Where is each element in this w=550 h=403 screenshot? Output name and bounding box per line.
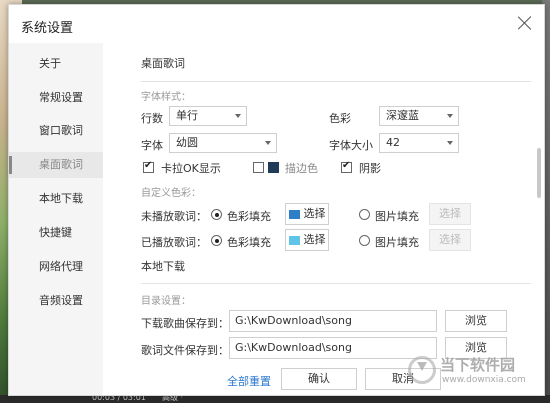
chevron-down-icon bbox=[447, 141, 453, 145]
unplayed-lyrics-label: 未播放歌词： bbox=[141, 210, 207, 223]
sidebar-item-proxy[interactable]: 网络代理 bbox=[9, 254, 103, 280]
sidebar-item-about[interactable]: 关于 bbox=[9, 51, 103, 77]
sidebar-item-local-download[interactable]: 本地下载 bbox=[9, 186, 103, 212]
color-select[interactable]: 深邃蓝 bbox=[379, 106, 459, 126]
button-label: 选择 bbox=[303, 233, 326, 246]
sidebar-item-window-lyrics[interactable]: 窗口歌词 bbox=[9, 118, 103, 144]
dir-settings-title: 目录设置： bbox=[141, 296, 191, 307]
active-indicator bbox=[9, 156, 12, 174]
color-swatch-icon bbox=[288, 209, 300, 219]
unplayed-select-color-button[interactable]: 选择 bbox=[285, 203, 329, 225]
sidebar-item-audio[interactable]: 音频设置 bbox=[9, 288, 103, 314]
rows-label: 行数 bbox=[141, 112, 163, 125]
section-title-desktop-lyrics: 桌面歌词 bbox=[141, 57, 185, 70]
watermark-url: www.downxia.com bbox=[442, 375, 526, 385]
played-select-image-button[interactable]: 选择 bbox=[429, 229, 471, 251]
watermark-text: 当下软件园 bbox=[440, 356, 516, 374]
font-style-title: 字体样式： bbox=[141, 92, 191, 103]
watermark: 当下软件园 www.downxia.com bbox=[408, 354, 546, 390]
stroke-checkbox[interactable] bbox=[253, 162, 264, 173]
lyric-dir-input[interactable]: G:\KwDownload\song bbox=[229, 337, 437, 359]
settings-sidebar: 关于 常规设置 窗口歌词 桌面歌词 本地下载 快捷键 网络代理 音频设置 bbox=[9, 43, 103, 395]
rows-value: 单行 bbox=[176, 109, 198, 122]
settings-content: 桌面歌词 字体样式： 行数 单行 色彩 深邃蓝 字体 幼圆 字体大小 42 卡拉… bbox=[103, 43, 544, 395]
played-image-fill-radio[interactable] bbox=[359, 235, 370, 246]
played-color-fill-label: 色彩填充 bbox=[227, 236, 271, 249]
settings-dialog: 系统设置 关于 常规设置 窗口歌词 桌面歌词 本地下载 快捷键 网络代理 音频设… bbox=[8, 4, 545, 396]
karaoke-label: 卡拉OK显示 bbox=[161, 162, 221, 175]
played-select-color-button[interactable]: 选择 bbox=[285, 229, 329, 251]
color-swatch-icon bbox=[288, 235, 300, 245]
stroke-color-swatch[interactable] bbox=[268, 162, 279, 173]
section-title-local-download: 本地下载 bbox=[141, 260, 185, 273]
confirm-button[interactable]: 确认 bbox=[281, 368, 357, 390]
divider bbox=[141, 283, 531, 284]
player-status-bar bbox=[0, 395, 550, 403]
font-size-label: 字体大小 bbox=[329, 139, 373, 152]
dialog-title: 系统设置 bbox=[21, 21, 74, 36]
color-label: 色彩 bbox=[329, 112, 351, 125]
played-image-fill-label: 图片填充 bbox=[375, 236, 419, 249]
sidebar-item-desktop-lyrics[interactable]: 桌面歌词 bbox=[9, 152, 103, 178]
color-value: 深邃蓝 bbox=[386, 109, 419, 122]
content-scrollbar[interactable] bbox=[537, 148, 541, 198]
rows-select[interactable]: 单行 bbox=[169, 106, 247, 126]
font-select[interactable]: 幼圆 bbox=[169, 133, 277, 153]
font-label: 字体 bbox=[141, 139, 163, 152]
unplayed-select-image-button[interactable]: 选择 bbox=[429, 203, 471, 225]
song-dir-browse-button[interactable]: 浏览 bbox=[445, 310, 507, 332]
played-color-fill-radio[interactable] bbox=[211, 235, 222, 246]
button-label: 选择 bbox=[303, 207, 326, 220]
shadow-checkbox[interactable] bbox=[341, 160, 352, 173]
font-value: 幼圆 bbox=[176, 136, 198, 149]
unplayed-color-fill-label: 色彩填充 bbox=[227, 210, 271, 223]
close-icon[interactable] bbox=[517, 15, 533, 31]
chevron-down-icon bbox=[447, 114, 453, 118]
song-dir-input[interactable]: G:\KwDownload\song bbox=[229, 310, 437, 332]
font-size-value: 42 bbox=[386, 136, 400, 149]
divider bbox=[141, 81, 531, 82]
shadow-label: 阴影 bbox=[359, 162, 381, 175]
sidebar-item-label: 桌面歌词 bbox=[39, 158, 83, 171]
stroke-label: 描边色 bbox=[285, 162, 318, 175]
title-bar: 系统设置 bbox=[9, 5, 544, 43]
custom-color-title: 自定义色彩： bbox=[141, 188, 201, 199]
reset-all-link[interactable]: 全部重置 bbox=[227, 373, 271, 389]
font-size-select[interactable]: 42 bbox=[379, 133, 459, 153]
sidebar-item-hotkeys[interactable]: 快捷键 bbox=[9, 220, 103, 246]
unplayed-image-fill-radio[interactable] bbox=[359, 209, 370, 220]
song-dir-label: 下载歌曲保存到： bbox=[141, 317, 229, 330]
chevron-down-icon bbox=[235, 114, 241, 118]
unplayed-image-fill-label: 图片填充 bbox=[375, 210, 419, 223]
sidebar-item-general[interactable]: 常规设置 bbox=[9, 85, 103, 111]
chevron-down-icon bbox=[265, 141, 271, 145]
arrow-down-icon bbox=[417, 362, 427, 371]
lyric-dir-label: 歌词文件保存到： bbox=[141, 344, 229, 357]
unplayed-color-fill-radio[interactable] bbox=[211, 209, 222, 220]
karaoke-checkbox[interactable] bbox=[143, 160, 154, 173]
played-lyrics-label: 已播放歌词： bbox=[141, 236, 207, 249]
